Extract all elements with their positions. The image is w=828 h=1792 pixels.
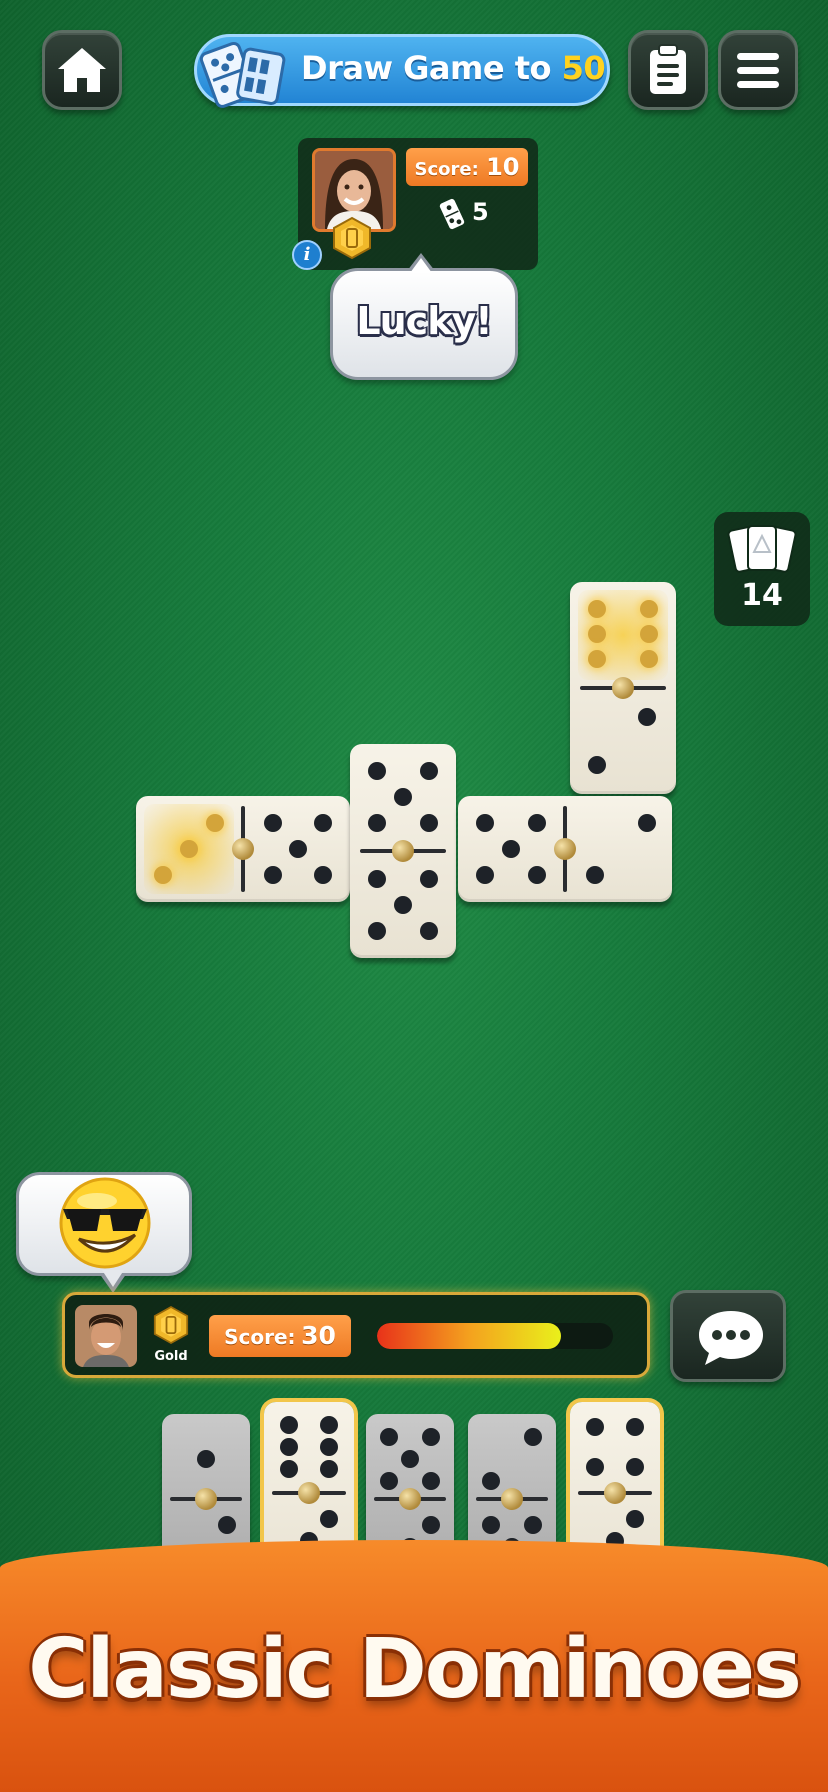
domino-count-icon [439, 198, 465, 230]
home-button[interactable] [42, 30, 122, 110]
clipboard-icon [650, 44, 686, 94]
player-reaction-bubble [16, 1172, 192, 1293]
opponent-score-value: 10 [486, 153, 520, 181]
turn-timer-fill [377, 1323, 562, 1349]
boneyard-panel[interactable]: 14 [714, 512, 810, 626]
boneyard-count: 14 [741, 578, 783, 613]
opponent-speech-text: Lucky! [356, 299, 492, 343]
player-score-label: Score: [224, 1325, 296, 1349]
banner-title: Classic Dominoes [28, 1622, 802, 1717]
opponent-score-label: Score: [414, 159, 479, 180]
promo-banner: Classic Dominoes [0, 1540, 828, 1792]
gold-rank-icon [153, 1305, 189, 1345]
game-mode-pill: Draw Game to 50 [194, 34, 610, 108]
turn-timer-bar [377, 1323, 613, 1349]
board-tile-top-vertical [570, 582, 676, 794]
chat-button[interactable] [670, 1290, 786, 1382]
game-mode-prefix: Draw Game to [301, 49, 551, 87]
player-panel: Gold Score: 30 [62, 1292, 650, 1378]
sunglasses-emoji [59, 1177, 151, 1269]
domino-tiles-icon [199, 41, 286, 108]
home-icon [58, 48, 106, 92]
player-score-value: 30 [301, 1321, 336, 1350]
info-icon[interactable]: i [292, 240, 322, 270]
chat-bubble-icon [699, 1311, 763, 1365]
hamburger-menu-icon [737, 53, 779, 88]
gold-rank-icon [333, 216, 371, 260]
player-avatar[interactable] [75, 1305, 137, 1367]
board-tile-left-horizontal [136, 796, 350, 902]
scoreboard-button[interactable] [628, 30, 708, 110]
game-target-score: 50 [561, 49, 606, 87]
opponent-tiles-count: 5 [472, 198, 489, 226]
board-tile-center-spinner [350, 744, 456, 958]
boneyard-tiles-icon [727, 525, 797, 573]
player-score: Score: 30 [209, 1315, 351, 1357]
menu-button[interactable] [718, 30, 798, 110]
player-portrait [75, 1305, 137, 1367]
opponent-score: Score: 10 [406, 148, 528, 186]
board-tile-right-horizontal [458, 796, 672, 902]
player-rank-label: Gold [154, 1349, 188, 1364]
opponent-speech-bubble: Lucky! [330, 253, 518, 380]
opponent-panel[interactable]: Score: 10 5 [298, 138, 538, 270]
game-mode-title: Draw Game to 50 [301, 49, 606, 87]
